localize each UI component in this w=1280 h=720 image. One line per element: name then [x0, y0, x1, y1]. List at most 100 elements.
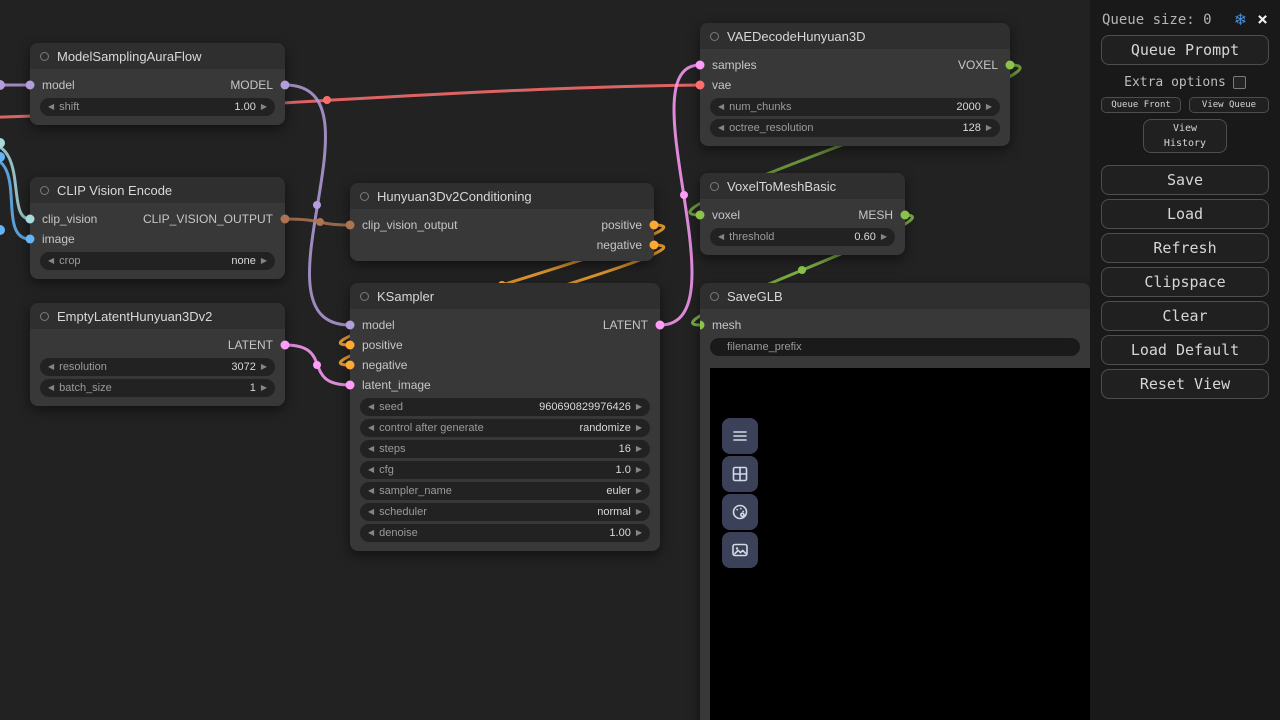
- node-header[interactable]: VoxelToMeshBasic: [700, 173, 905, 199]
- model-input-dot[interactable]: [346, 321, 355, 330]
- increment-arrow-icon[interactable]: ▶: [986, 103, 992, 111]
- decrement-arrow-icon[interactable]: ◀: [368, 466, 374, 474]
- increment-arrow-icon[interactable]: ▶: [636, 445, 642, 453]
- increment-arrow-icon[interactable]: ▶: [636, 403, 642, 411]
- negative-output-dot[interactable]: [650, 241, 659, 250]
- resolution-widget[interactable]: ◀ resolution 3072 ▶: [40, 358, 275, 376]
- save-button[interactable]: Save: [1101, 165, 1269, 195]
- increment-arrow-icon[interactable]: ▶: [636, 466, 642, 474]
- decrement-arrow-icon[interactable]: ◀: [718, 233, 724, 241]
- viewport-menu-button[interactable]: [722, 418, 758, 454]
- scheduler-widget[interactable]: ◀ scheduler normal ▶: [360, 503, 650, 521]
- node-header[interactable]: ModelSamplingAuraFlow: [30, 43, 285, 69]
- mesh-output-dot[interactable]: [901, 211, 910, 220]
- node-header[interactable]: VAEDecodeHunyuan3D: [700, 23, 1010, 49]
- queue-prompt-button[interactable]: Queue Prompt: [1101, 35, 1269, 65]
- load-default-button[interactable]: Load Default: [1101, 335, 1269, 365]
- node-header[interactable]: CLIP Vision Encode: [30, 177, 285, 203]
- increment-arrow-icon[interactable]: ▶: [261, 363, 267, 371]
- decrement-arrow-icon[interactable]: ◀: [718, 103, 724, 111]
- voxel-input-dot[interactable]: [696, 211, 705, 220]
- node-voxel-to-mesh-basic[interactable]: VoxelToMeshBasic voxel MESH ◀ threshold …: [700, 173, 905, 255]
- model-output-dot[interactable]: [281, 81, 290, 90]
- node-graph-canvas[interactable]: ModelSamplingAuraFlow model MODEL ◀ shif…: [0, 0, 1090, 720]
- node-vae-decode-hunyuan3d[interactable]: VAEDecodeHunyuan3D samples VOXEL vae ◀ n…: [700, 23, 1010, 146]
- node-save-glb[interactable]: SaveGLB mesh filename_prefix: [700, 283, 1090, 720]
- decrement-arrow-icon[interactable]: ◀: [48, 103, 54, 111]
- collapse-dot-icon[interactable]: [360, 292, 369, 301]
- refresh-button[interactable]: Refresh: [1101, 233, 1269, 263]
- extra-options-checkbox[interactable]: [1233, 76, 1246, 89]
- close-icon[interactable]: ×: [1257, 11, 1268, 29]
- viewport-palette-button[interactable]: [722, 494, 758, 530]
- node-header[interactable]: KSampler: [350, 283, 660, 309]
- decrement-arrow-icon[interactable]: ◀: [368, 487, 374, 495]
- decrement-arrow-icon[interactable]: ◀: [48, 257, 54, 265]
- denoise-widget[interactable]: ◀ denoise 1.00 ▶: [360, 524, 650, 542]
- increment-arrow-icon[interactable]: ▶: [881, 233, 887, 241]
- decrement-arrow-icon[interactable]: ◀: [368, 508, 374, 516]
- node-clip-vision-encode[interactable]: CLIP Vision Encode clip_vision CLIP_VISI…: [30, 177, 285, 279]
- threshold-widget[interactable]: ◀ threshold 0.60 ▶: [710, 228, 895, 246]
- num-chunks-widget[interactable]: ◀ num_chunks 2000 ▶: [710, 98, 1000, 116]
- latent-image-input-dot[interactable]: [346, 381, 355, 390]
- collapse-dot-icon[interactable]: [40, 186, 49, 195]
- sampler-name-widget[interactable]: ◀ sampler_name euler ▶: [360, 482, 650, 500]
- load-button[interactable]: Load: [1101, 199, 1269, 229]
- node-model-sampling-auraflow[interactable]: ModelSamplingAuraFlow model MODEL ◀ shif…: [30, 43, 285, 125]
- node-empty-latent-hunyuan3dv2[interactable]: EmptyLatentHunyuan3Dv2 LATENT ◀ resoluti…: [30, 303, 285, 406]
- image-input-dot[interactable]: [26, 235, 35, 244]
- collapse-dot-icon[interactable]: [710, 182, 719, 191]
- increment-arrow-icon[interactable]: ▶: [636, 508, 642, 516]
- clear-button[interactable]: Clear: [1101, 301, 1269, 331]
- crop-widget[interactable]: ◀ crop none ▶: [40, 252, 275, 270]
- collapse-dot-icon[interactable]: [710, 32, 719, 41]
- increment-arrow-icon[interactable]: ▶: [636, 424, 642, 432]
- collapse-dot-icon[interactable]: [40, 312, 49, 321]
- increment-arrow-icon[interactable]: ▶: [636, 529, 642, 537]
- decrement-arrow-icon[interactable]: ◀: [48, 384, 54, 392]
- increment-arrow-icon[interactable]: ▶: [986, 124, 992, 132]
- positive-output-dot[interactable]: [650, 221, 659, 230]
- node-hunyuan3dv2-conditioning[interactable]: Hunyuan3Dv2Conditioning clip_vision_outp…: [350, 183, 654, 261]
- positive-input-dot[interactable]: [346, 341, 355, 350]
- node-header[interactable]: SaveGLB: [700, 283, 1090, 309]
- control-after-generate-widget[interactable]: ◀ control after generate randomize ▶: [360, 419, 650, 437]
- decrement-arrow-icon[interactable]: ◀: [368, 424, 374, 432]
- increment-arrow-icon[interactable]: ▶: [261, 103, 267, 111]
- latent-output-dot[interactable]: [281, 341, 290, 350]
- steps-widget[interactable]: ◀ steps 16 ▶: [360, 440, 650, 458]
- decrement-arrow-icon[interactable]: ◀: [368, 529, 374, 537]
- cfg-widget[interactable]: ◀ cfg 1.0 ▶: [360, 461, 650, 479]
- clip-vision-output-dot[interactable]: [281, 215, 290, 224]
- reset-view-button[interactable]: Reset View: [1101, 369, 1269, 399]
- shift-widget[interactable]: ◀ shift 1.00 ▶: [40, 98, 275, 116]
- clip-vision-input-dot[interactable]: [26, 215, 35, 224]
- decrement-arrow-icon[interactable]: ◀: [368, 403, 374, 411]
- node-header[interactable]: Hunyuan3Dv2Conditioning: [350, 183, 654, 209]
- view-history-button[interactable]: View History: [1143, 119, 1227, 153]
- node-header[interactable]: EmptyLatentHunyuan3Dv2: [30, 303, 285, 329]
- latent-output-dot[interactable]: [656, 321, 665, 330]
- viewport-image-button[interactable]: [722, 532, 758, 568]
- queue-front-button[interactable]: Queue Front: [1101, 97, 1181, 113]
- mesh-input-dot[interactable]: [700, 321, 705, 330]
- seed-widget[interactable]: ◀ seed 960690829976426 ▶: [360, 398, 650, 416]
- octree-resolution-widget[interactable]: ◀ octree_resolution 128 ▶: [710, 119, 1000, 137]
- increment-arrow-icon[interactable]: ▶: [636, 487, 642, 495]
- clipspace-button[interactable]: Clipspace: [1101, 267, 1269, 297]
- collapse-dot-icon[interactable]: [40, 52, 49, 61]
- model-input-dot[interactable]: [26, 81, 35, 90]
- voxel-output-dot[interactable]: [1006, 61, 1015, 70]
- samples-input-dot[interactable]: [696, 61, 705, 70]
- clip-vision-output-input-dot[interactable]: [346, 221, 355, 230]
- decrement-arrow-icon[interactable]: ◀: [48, 363, 54, 371]
- manager-snowflake-icon[interactable]: ❄: [1234, 10, 1247, 29]
- batch-size-widget[interactable]: ◀ batch_size 1 ▶: [40, 379, 275, 397]
- vae-input-dot[interactable]: [696, 81, 705, 90]
- 3d-preview-viewport[interactable]: [710, 368, 1090, 720]
- filename-prefix-input[interactable]: filename_prefix: [710, 338, 1080, 356]
- collapse-dot-icon[interactable]: [710, 292, 719, 301]
- decrement-arrow-icon[interactable]: ◀: [718, 124, 724, 132]
- increment-arrow-icon[interactable]: ▶: [261, 384, 267, 392]
